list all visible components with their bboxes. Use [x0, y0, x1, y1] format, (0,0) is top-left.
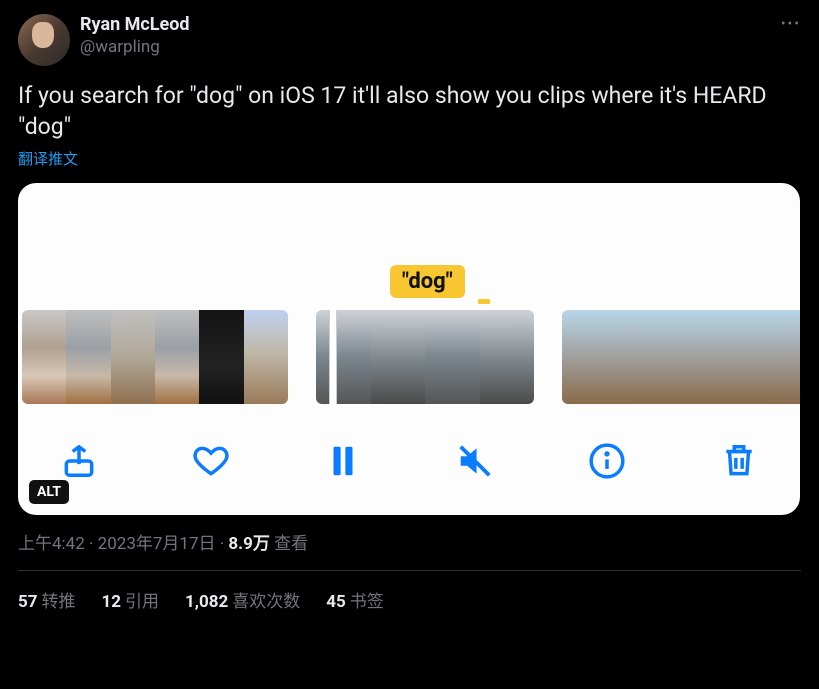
share-icon[interactable] [58, 440, 100, 482]
tweet-text: If you search for "dog" on iOS 17 it'll … [18, 80, 801, 142]
caption-bubble: "dog" [390, 265, 465, 298]
date[interactable]: 2023年7月17日 [98, 534, 216, 554]
translate-link[interactable]: 翻译推文 [18, 148, 78, 169]
more-icon[interactable]: ••• [781, 16, 801, 32]
video-timeline[interactable] [18, 310, 800, 404]
user-handle: @warpling [80, 37, 190, 58]
retweets-stat[interactable]: 57转推 [18, 587, 76, 612]
heart-icon[interactable] [190, 440, 232, 482]
info-icon[interactable] [586, 440, 628, 482]
tweet-header: Ryan McLeod @warpling ••• [18, 14, 801, 66]
media-attachment[interactable]: "dog" [18, 183, 800, 515]
playhead-icon[interactable] [330, 310, 336, 404]
tweet-meta: 上午4:42 · 2023年7月17日 · 8.9万 查看 [18, 529, 801, 571]
views-count: 8.9万 [228, 534, 269, 554]
mute-icon[interactable] [454, 440, 496, 482]
bookmarks-stat[interactable]: 45书签 [326, 587, 384, 612]
scrub-marker [478, 299, 490, 304]
trash-icon[interactable] [718, 440, 760, 482]
pause-icon[interactable] [322, 440, 364, 482]
media-toolbar [18, 431, 800, 491]
avatar[interactable] [18, 14, 70, 66]
timestamp[interactable]: 上午4:42 [18, 534, 85, 554]
user-block[interactable]: Ryan McLeod @warpling [80, 14, 190, 58]
clip-thumb[interactable] [316, 310, 534, 404]
likes-stat[interactable]: 1,082喜欢次数 [185, 587, 300, 612]
tweet-stats: 57转推 12引用 1,082喜欢次数 45书签 [18, 571, 801, 612]
alt-badge[interactable]: ALT [29, 480, 69, 504]
views-label: 查看 [270, 534, 308, 554]
display-name: Ryan McLeod [80, 14, 190, 37]
clip-thumb[interactable] [22, 310, 288, 404]
quotes-stat[interactable]: 12引用 [102, 587, 160, 612]
tweet: Ryan McLeod @warpling ••• If you search … [0, 0, 819, 612]
clip-thumb[interactable] [562, 310, 800, 404]
